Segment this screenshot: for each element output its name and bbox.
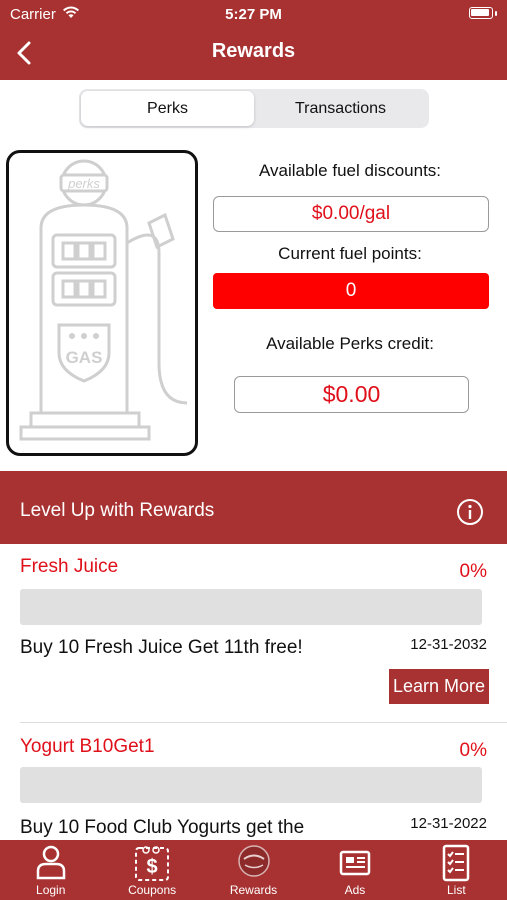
status-time: 5:27 PM	[225, 6, 282, 23]
learn-more-button[interactable]: Learn More	[389, 669, 489, 704]
tab-label: Coupons	[128, 883, 177, 897]
star-icon	[69, 333, 99, 339]
tab-label: List	[446, 883, 466, 897]
divider	[20, 722, 507, 723]
info-icon[interactable]	[456, 498, 484, 526]
tab-label: Ads	[344, 883, 366, 897]
fuel-points-value: 0	[213, 273, 489, 309]
fuel-discounts-value: $0.00/gal	[213, 196, 489, 232]
status-bar: Carrier 5:27 PM	[0, 0, 507, 28]
list-icon	[443, 844, 470, 882]
fuel-pump-image: perks GAS	[6, 150, 198, 456]
rewards-logo-icon	[237, 845, 270, 877]
reward-expiry-date: 12-31-2022	[410, 815, 487, 832]
reward-percent: 0%	[459, 561, 487, 582]
reward-progress-bar	[20, 767, 482, 803]
reward-name: Fresh Juice	[20, 556, 119, 577]
pump-sign-text: perks	[67, 176, 100, 191]
level-up-banner: Level Up with Rewards	[0, 471, 507, 544]
perks-credit-label: Available Perks credit:	[266, 334, 434, 353]
page-title: Rewards	[211, 40, 296, 62]
tab-perks[interactable]: Perks	[81, 91, 254, 126]
fuel-points-label: Current fuel points:	[278, 244, 422, 263]
tab-ads[interactable]: Ads	[304, 840, 405, 900]
reward-percent: 0%	[459, 740, 487, 761]
fuel-discounts-label: Available fuel discounts:	[258, 161, 442, 180]
tab-coupons[interactable]: $ Coupons	[101, 840, 202, 900]
tab-login[interactable]: Login	[0, 840, 101, 900]
navigation-bar: Carrier 5:27 PM Rewards	[0, 0, 507, 80]
gas-pump-icon: perks GAS	[19, 159, 188, 441]
tab-transactions[interactable]: Transactions	[254, 91, 427, 126]
reward-description: Buy 10 Fresh Juice Get 11th free!	[20, 637, 303, 658]
person-icon	[36, 845, 65, 880]
svg-text:$: $	[147, 856, 158, 878]
tab-rewards[interactable]: Rewards	[203, 840, 304, 900]
battery-tip	[495, 11, 497, 16]
tab-label: Rewards	[229, 883, 278, 897]
reward-progress-bar	[20, 589, 482, 625]
ads-icon	[339, 850, 371, 876]
perks-credit-value: $0.00	[234, 376, 469, 413]
perks-transactions-segmented-control: Perks Transactions	[79, 89, 429, 128]
reward-expiry-date: 12-31-2032	[410, 636, 487, 653]
reward-name: Yogurt B10Get1	[20, 736, 155, 757]
pump-gas-text: GAS	[66, 348, 103, 367]
reward-description: Buy 10 Food Club Yogurts get the	[20, 817, 305, 838]
coupon-scissors-icon: $	[135, 846, 170, 881]
tab-list[interactable]: List	[406, 840, 507, 900]
banner-title: Level Up with Rewards	[20, 500, 215, 521]
battery-icon	[469, 7, 493, 19]
tab-label: Login	[36, 883, 66, 897]
bottom-tab-bar: Login $ Coupons Rewards Ads List	[0, 840, 507, 900]
